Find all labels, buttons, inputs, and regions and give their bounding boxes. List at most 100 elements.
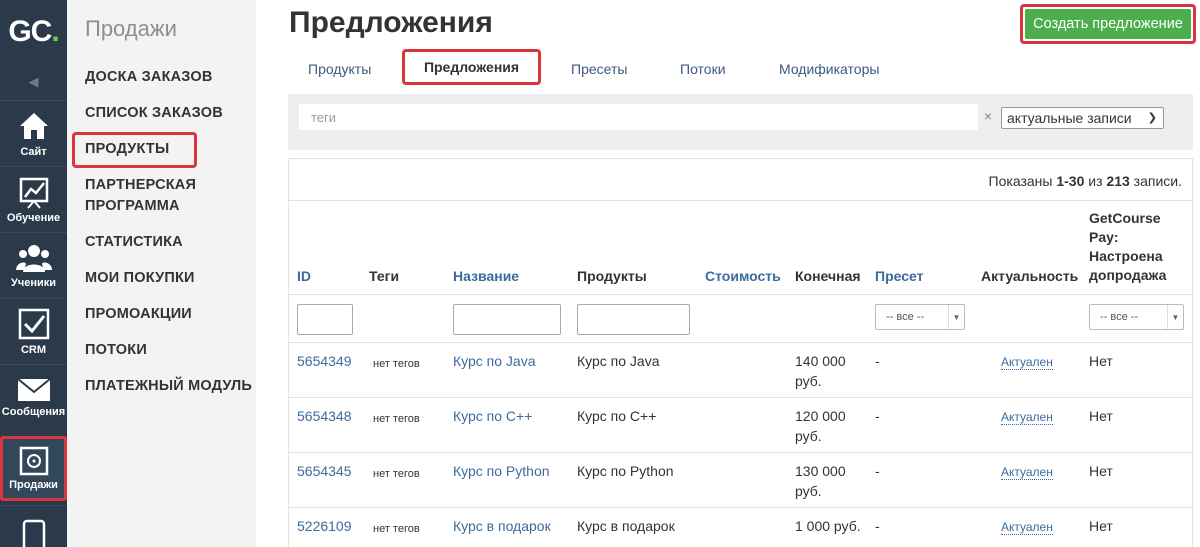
filter-name-input[interactable] [453,304,561,335]
safe-icon [19,446,48,476]
users-icon [15,245,52,272]
rail-item-label: CRM [20,344,47,356]
tab-products[interactable]: Продукты [308,61,371,77]
row-product: Курс по Python [577,463,674,479]
column-header-preset[interactable]: Пресет [875,267,923,286]
records-summary: Показаны 1-30 из 213 записи. [988,173,1182,189]
row-gcpay: Нет [1089,353,1113,369]
rail-item-messages[interactable]: Сообщения [0,364,67,430]
sidebar-title: Продажи [85,16,177,41]
rail-item-label: Сайт [20,146,47,158]
row-tags: нет тегов [373,413,420,425]
collapse-rail-button[interactable]: ◀ [0,64,67,100]
divider [289,294,1192,295]
status-select[interactable]: актуальные записи ❯ [1001,107,1164,129]
rail-item-label: Сообщения [1,406,66,418]
status-select-value: актуальные записи [1007,110,1132,126]
chevron-down-icon: ▼ [948,305,964,329]
rail-item-label: Продажи [9,479,58,491]
sidebar-item-products[interactable]: ПРОДУКТЫ [85,139,169,160]
rail-item-label: Ученики [10,277,57,289]
row-actual-toggle[interactable]: Актуален [1001,465,1053,480]
row-name-link[interactable]: Курс по C++ [453,406,532,426]
column-header-products: Продукты [577,268,647,284]
divider [289,452,1192,453]
logo-dot: . [51,15,59,48]
row-preset: - [875,463,880,479]
create-offer-button[interactable]: Создать предложение [1020,4,1196,44]
sidebar-item-my-purchases[interactable]: МОИ ПОКУПКИ [85,268,195,289]
row-name-link[interactable]: Курс по Python [453,461,550,481]
rail-item-sales[interactable]: Продажи [0,436,67,501]
row-gcpay: Нет [1089,518,1113,534]
rail-item-label: Обучение [6,212,61,224]
filter-bar: теги × актуальные записи ❯ [288,94,1193,150]
sidebar-item-streams[interactable]: ПОТОКИ [85,340,147,361]
sidebar-item-orders-board[interactable]: ДОСКА ЗАКАЗОВ [85,67,213,88]
logo-main: GC [8,15,52,48]
row-gcpay: Нет [1089,408,1113,424]
sidebar-item-promotions[interactable]: ПРОМОАКЦИИ [85,304,192,325]
filter-gcpay-select[interactable]: -- все -- ▼ [1089,304,1184,330]
row-final-price: 140 000 руб. [795,353,846,389]
rail-item-site[interactable]: Сайт [0,100,67,166]
row-product: Курс в подарок [577,518,675,534]
row-id-link[interactable]: 5654348 [297,406,352,426]
row-actual-toggle[interactable]: Актуален [1001,355,1053,370]
rail-item-learning[interactable]: Обучение [0,166,67,232]
clear-tags-icon[interactable]: × [984,108,992,124]
row-preset: - [875,518,880,534]
row-id-link[interactable]: 5654345 [297,461,352,481]
speaker-icon: ◀ [28,74,39,89]
sales-sidebar: Продажи ДОСКА ЗАКАЗОВ СПИСОК ЗАКАЗОВ ПРО… [67,0,256,547]
filter-products-input[interactable] [577,304,690,335]
offers-table: Показаны 1-30 из 213 записи. ID Теги Наз… [288,158,1193,547]
column-header-name[interactable]: Название [453,267,519,286]
divider [289,397,1192,398]
tags-input[interactable]: теги [299,104,978,130]
row-product: Курс по C++ [577,408,657,424]
rail-item-students[interactable]: Ученики [0,232,67,298]
column-header-final: Конечная [795,268,861,284]
filter-id-input[interactable] [297,304,353,335]
column-header-price[interactable]: Стоимость [705,267,781,286]
column-header-gcpay: GetCourse Pay: Настроена допродажа [1089,210,1167,283]
row-preset: - [875,408,880,424]
chart-board-icon [19,177,48,209]
tab-modifiers[interactable]: Модификаторы [779,61,879,77]
home-icon [19,113,48,139]
row-name-link[interactable]: Курс по Java [453,351,536,371]
create-offer-label: Создать предложение [1025,9,1191,39]
row-tags: нет тегов [373,358,420,370]
column-header-tags: Теги [369,268,400,284]
tab-presets[interactable]: Пресеты [571,61,627,77]
tab-offers[interactable]: Предложения [402,49,541,85]
column-header-id[interactable]: ID [297,267,311,286]
row-actual-toggle[interactable]: Актуален [1001,520,1053,535]
rail-item-crm[interactable]: CRM [0,298,67,364]
sidebar-item-partner-program[interactable]: ПАРТНЕРСКАЯ ПРОГРАММА [85,175,235,217]
phone-icon [22,519,45,547]
app-logo[interactable]: GC. [0,0,67,64]
sidebar-item-payment-module[interactable]: ПЛАТЕЖНЫЙ МОДУЛЬ [85,376,252,397]
sidebar-item-orders-list[interactable]: СПИСОК ЗАКАЗОВ [85,103,223,124]
row-tags: нет тегов [373,468,420,480]
divider [289,200,1192,201]
row-id-link[interactable]: 5654349 [297,351,352,371]
sidebar-item-statistics[interactable]: СТАТИСТИКА [85,232,183,253]
row-tags: нет тегов [373,523,420,535]
row-actual-toggle[interactable]: Актуален [1001,410,1053,425]
row-gcpay: Нет [1089,463,1113,479]
divider [289,507,1192,508]
checkbox-icon [18,308,49,340]
rail-item-mobile[interactable] [0,505,67,547]
row-final-price: 130 000 руб. [795,463,846,499]
row-name-link[interactable]: Курс в подарок [453,516,551,536]
divider [289,342,1192,343]
tab-streams[interactable]: Потоки [680,61,726,77]
filter-preset-select[interactable]: -- все -- ▼ [875,304,965,330]
page-title: Предложения [289,6,493,39]
row-id-link[interactable]: 5226109 [297,516,352,536]
row-final-price: 120 000 руб. [795,408,846,444]
chevron-down-icon: ❯ [1147,112,1157,124]
